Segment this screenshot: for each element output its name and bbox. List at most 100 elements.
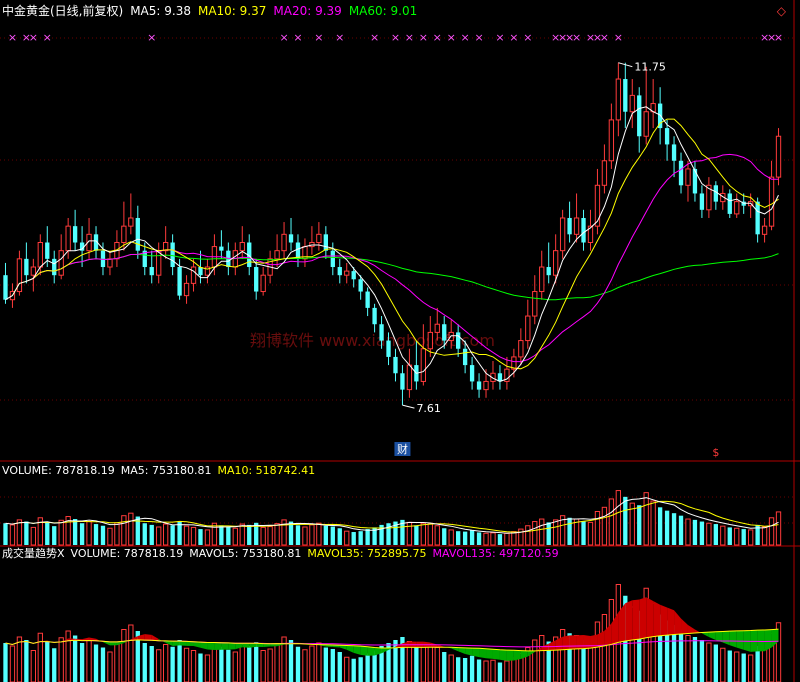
indicator-bar-down — [323, 647, 328, 682]
volume-bar-down — [727, 527, 732, 545]
signal-mark: × — [433, 31, 442, 44]
indicator-bar-down — [358, 657, 363, 682]
volume-bar-up — [274, 523, 280, 546]
indicator-bar-down — [476, 659, 482, 682]
trend-area-up — [144, 634, 152, 641]
trend-area-up — [576, 635, 584, 649]
volume-bar-down — [476, 532, 482, 545]
trend-area-up — [562, 635, 570, 650]
volume-bar-up — [58, 519, 64, 546]
indicator-bar-down — [469, 655, 475, 682]
trend-area-down — [465, 647, 473, 656]
indicator-bar-down — [79, 643, 85, 682]
volume-bar-up — [615, 490, 621, 546]
volume-bar-down — [671, 513, 677, 545]
trend-area-down — [479, 648, 487, 659]
candle-body-up — [344, 270, 350, 276]
high-label: 11.75 — [634, 61, 666, 74]
indicator-bar-up — [9, 645, 16, 682]
trend-area-up — [625, 600, 633, 641]
indicator-bar-down — [699, 640, 705, 682]
volume-bar-up — [239, 523, 245, 546]
signal-mark: × — [8, 31, 17, 44]
volume-bar-up — [511, 531, 517, 546]
indicator-bar-up — [260, 650, 266, 682]
diamond-icon: ◇ — [777, 4, 787, 18]
indicator-bar-down — [149, 646, 154, 682]
candle-body-up — [601, 160, 608, 186]
indicator-bar-up — [128, 624, 134, 682]
volume-bar-down — [567, 517, 572, 545]
volume-bar-down — [456, 531, 461, 545]
indicator-bar-up — [114, 641, 120, 682]
trend-area-down — [708, 631, 716, 640]
candle-body-down — [358, 279, 363, 292]
indicator-bar-down — [170, 646, 175, 682]
candle-body-down — [149, 267, 154, 276]
candle-body-down — [546, 267, 551, 276]
trend-area-down — [360, 646, 368, 656]
indicator-bar-up — [156, 649, 162, 682]
volume-bar-up — [427, 523, 433, 546]
volume-bar-down — [351, 532, 356, 545]
volume-bar-up — [316, 522, 322, 546]
candle-body-down — [72, 226, 78, 243]
trend-area-down — [200, 642, 208, 650]
volume-bar-up — [163, 523, 169, 546]
signal-mark: × — [43, 31, 52, 44]
candle-body-up — [281, 233, 287, 252]
candle-body-up — [525, 315, 531, 342]
volume-bar-down — [442, 528, 447, 545]
signal-mark: × — [572, 31, 581, 44]
indicator-bar-up — [204, 654, 211, 682]
candle-body-up — [156, 250, 162, 276]
candle-body-up — [629, 94, 635, 113]
trend-area-down — [729, 630, 737, 648]
volume-bar-up — [309, 524, 315, 546]
indicator-bar-down — [100, 647, 106, 682]
trend-area-down — [207, 642, 215, 651]
trend-area-up — [569, 635, 577, 650]
candle-body-up — [128, 217, 134, 227]
volume-bar-down — [93, 524, 99, 545]
candle-body-down — [671, 144, 677, 161]
indicator-bar-down — [365, 653, 370, 682]
candle-body-down — [24, 258, 29, 276]
trend-area-down — [736, 630, 744, 650]
volume-bar-down — [462, 531, 468, 545]
indicator-bar-down — [226, 649, 231, 682]
volume-bar-down — [52, 526, 57, 545]
indicator-bar-down — [713, 644, 718, 682]
indicator-bar-down — [219, 646, 224, 682]
trend-area-down — [764, 629, 772, 652]
signal-mark: × — [495, 31, 504, 44]
indicator-bar-up — [267, 648, 273, 682]
candle-body-up — [316, 233, 322, 243]
candle-body-down — [177, 267, 182, 296]
dollar-badge: $ — [712, 446, 719, 459]
indicator-bar-down — [741, 653, 746, 682]
volume-bar-up — [121, 515, 127, 546]
candle-body-up — [65, 225, 71, 252]
candle-body-down — [678, 160, 684, 186]
low-label: 7.61 — [416, 402, 441, 415]
volume-bar-up — [775, 511, 782, 546]
signal-mark: × — [405, 31, 414, 44]
candle-body-down — [372, 307, 377, 325]
volume-bar-up — [156, 526, 162, 546]
indicator-bar-up — [427, 644, 433, 682]
indicator-bar-down — [295, 646, 301, 682]
indicator-bar-down — [727, 650, 732, 682]
volume-bar-down — [219, 525, 224, 545]
volume-bar-up — [128, 512, 134, 546]
volume-bar-up — [204, 529, 211, 546]
volume-bar-down — [692, 519, 698, 545]
volume-bar-up — [344, 530, 350, 546]
signal-mark: × — [474, 31, 483, 44]
volume-bar-up — [267, 526, 273, 546]
trend-area-up — [674, 610, 682, 635]
volume-bar-up — [490, 532, 496, 546]
candle-body-up — [539, 266, 545, 293]
candle-body-up — [761, 225, 768, 235]
volume-bar-down — [198, 529, 203, 545]
